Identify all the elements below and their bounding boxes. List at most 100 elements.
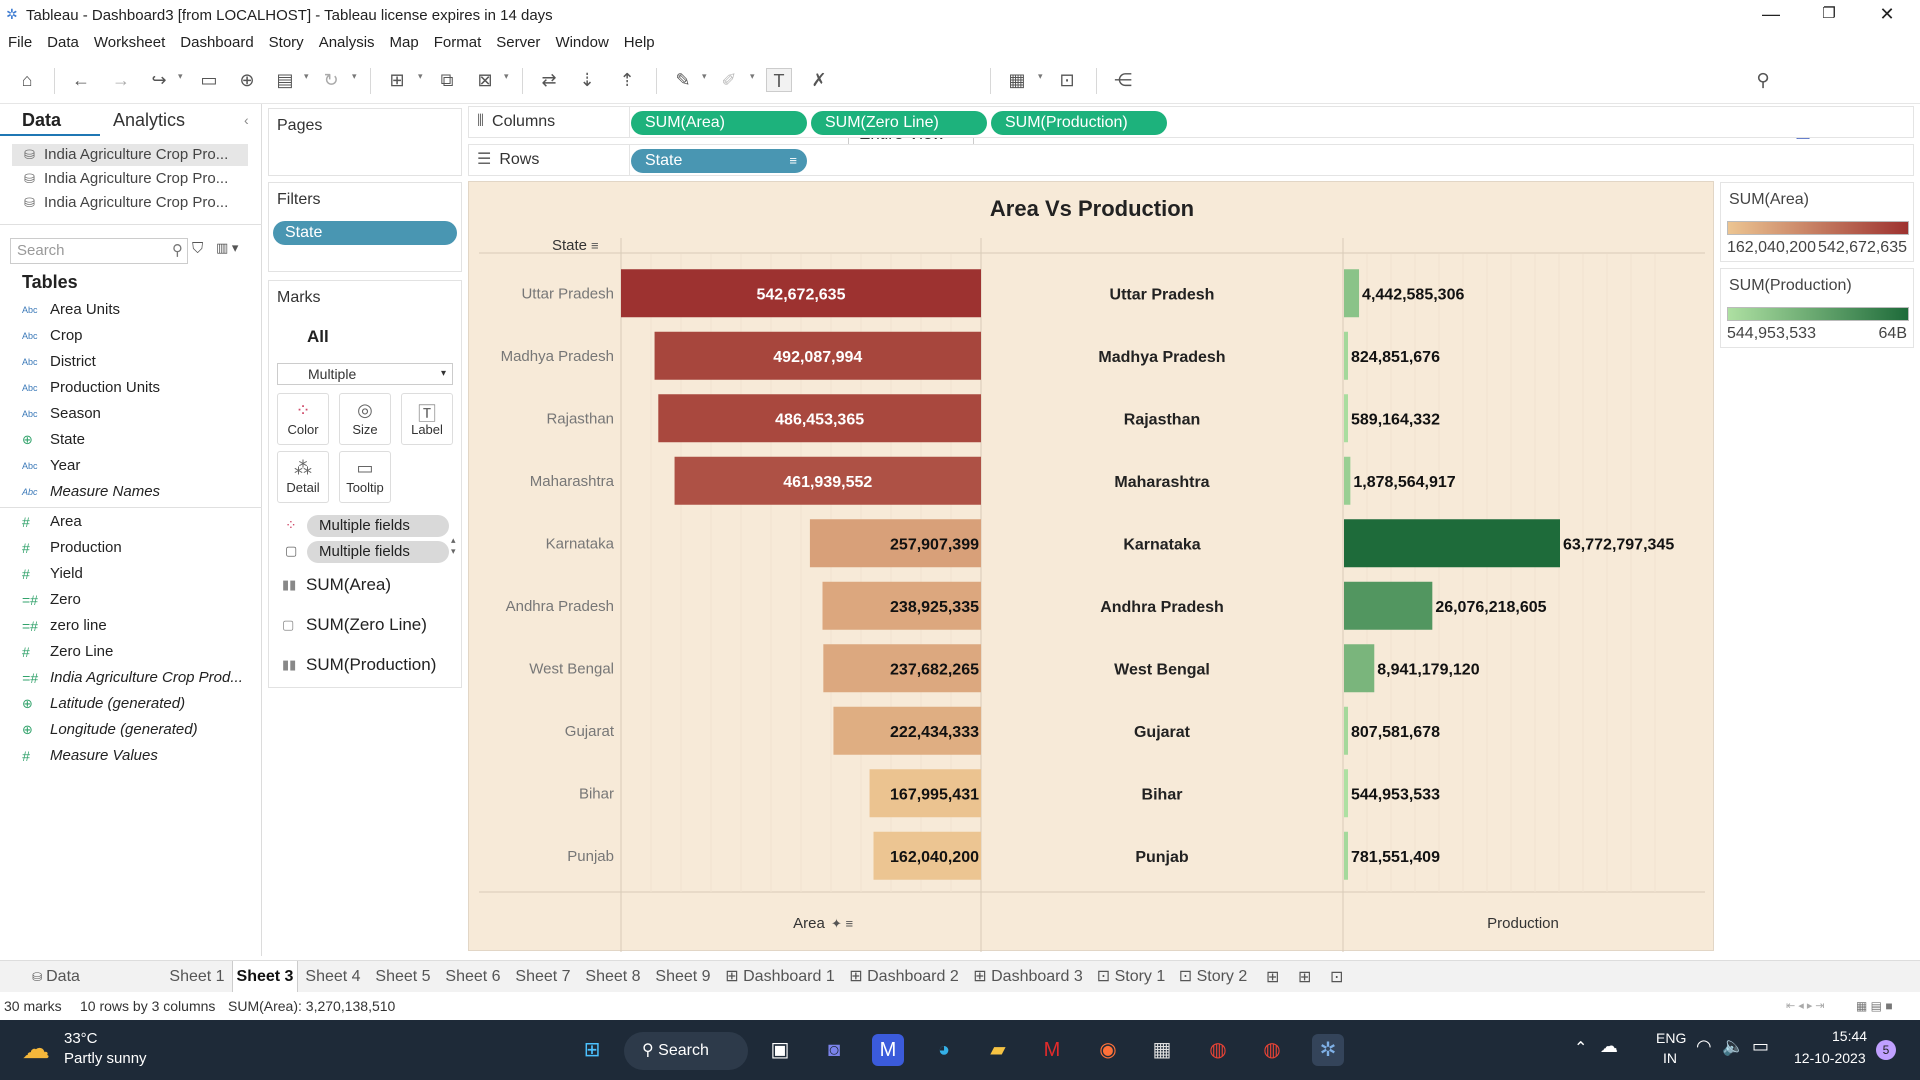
multiple-fields-pill[interactable]: Multiple fields — [307, 515, 449, 537]
region-label[interactable]: IN — [1648, 1050, 1692, 1066]
menu-server[interactable]: Server — [496, 34, 540, 51]
marks-all-tab[interactable]: All — [307, 327, 329, 347]
marks-tab-sum-area[interactable]: ▮▮ SUM(Area) — [276, 572, 391, 598]
filter-icon[interactable]: ⛉ — [192, 240, 203, 257]
chevron-down-icon[interactable]: ▾ — [304, 71, 309, 82]
mcafee-icon[interactable]: M — [1036, 1034, 1068, 1066]
data-source-tab[interactable]: ⛁Data Source — [6, 961, 106, 1017]
data-source-item[interactable]: ⛁ India Agriculture Crop Pro... — [12, 168, 248, 190]
highlight-icon[interactable]: ✎ — [670, 68, 696, 92]
edge-icon[interactable]: ◕ — [928, 1034, 960, 1066]
sheet-tab[interactable]: ⊡ Story 2 — [1172, 961, 1254, 993]
new-datasource-icon[interactable]: ⊕ — [234, 68, 260, 92]
sheet-tab[interactable]: Sheet 7 — [508, 961, 578, 993]
sheet-tab[interactable]: Sheet 6 — [438, 961, 508, 993]
sheet-tab[interactable]: Sheet 1 — [162, 961, 232, 993]
view-options-icon[interactable]: ▥ ▾ — [216, 240, 238, 256]
sheet-tab[interactable]: ⊞ Dashboard 3 — [966, 961, 1090, 993]
onedrive-icon[interactable]: ☁ — [1600, 1036, 1618, 1057]
weather-icon[interactable]: ☁ — [22, 1032, 50, 1065]
columns-pill-sum-zero-line[interactable]: SUM(Zero Line) — [811, 111, 987, 135]
home-icon[interactable]: ⌂ — [14, 68, 40, 92]
file-explorer-icon[interactable]: ▰ — [982, 1034, 1014, 1066]
chevron-down-icon[interactable]: ▾ — [750, 71, 755, 82]
size-button[interactable]: ◎ Size — [339, 393, 391, 445]
new-story-icon[interactable]: ⊡ — [1330, 967, 1343, 987]
undo-icon[interactable]: ← — [68, 68, 94, 92]
store-icon[interactable]: ▦ — [1146, 1034, 1178, 1066]
detail-button[interactable]: ⁂ Detail — [277, 451, 329, 503]
show-mark-labels-icon[interactable]: T — [766, 68, 792, 92]
new-dashboard-icon[interactable]: ⊞ — [1298, 967, 1311, 987]
sheet-tab[interactable]: Sheet 8 — [578, 961, 648, 993]
firefox-icon[interactable]: ◉ — [1092, 1034, 1124, 1066]
weather-desc[interactable]: Partly sunny — [64, 1050, 147, 1067]
menu-analysis[interactable]: Analysis — [319, 34, 375, 51]
pin-icon[interactable]: ⚲ — [1750, 68, 1776, 92]
sheet-tab[interactable]: Sheet 5 — [368, 961, 438, 993]
field-item[interactable]: # Production — [22, 536, 122, 560]
sheet-nav-icon[interactable]: ⇤ ◂ ▸ ⇥ — [1786, 992, 1825, 1020]
chevron-down-icon[interactable]: ▾ — [702, 71, 707, 82]
sheet-view-icon[interactable]: ▦ ▤ ■ — [1856, 992, 1893, 1020]
collapse-icon[interactable]: ‹ — [244, 112, 249, 128]
chevron-down-icon[interactable]: ▾ — [1038, 71, 1043, 82]
columns-shelf[interactable]: ⦀ Columns SUM(Area) SUM(Zero Line) SUM(Pr… — [468, 106, 1914, 138]
chevron-down-icon[interactable]: ▾ — [504, 71, 509, 82]
columns-pill-sum-area[interactable]: SUM(Area) — [631, 111, 807, 135]
field-item[interactable]: =# zero line — [22, 614, 107, 638]
sheet-tab[interactable]: Sheet 3 — [232, 961, 298, 993]
scroll-arrows-icon[interactable]: ▴ ▾ — [451, 535, 456, 557]
field-item[interactable]: ⊕ Longitude (generated) — [22, 718, 198, 742]
chevron-down-icon[interactable]: ▾ — [178, 71, 183, 82]
field-item[interactable]: ⊕ Latitude (generated) — [22, 692, 185, 716]
field-item[interactable]: Abc Crop — [22, 324, 83, 348]
teams-icon[interactable]: ◙ — [818, 1034, 850, 1066]
start-icon[interactable]: ⊞ — [576, 1034, 608, 1066]
replay-icon[interactable]: ↪ — [146, 68, 172, 92]
chrome-icon[interactable]: ◍ — [1202, 1034, 1234, 1066]
sheet-tab[interactable]: ⊞ Dashboard 2 — [842, 961, 966, 993]
rows-pill-state[interactable]: State ≡ — [631, 149, 807, 173]
menu-file[interactable]: File — [8, 34, 32, 51]
field-item[interactable]: # Zero Line — [22, 640, 113, 664]
chevron-down-icon[interactable]: ▾ — [352, 71, 357, 82]
field-item[interactable]: # Measure Values — [22, 744, 158, 768]
wifi-icon[interactable]: ◠ — [1696, 1036, 1712, 1057]
sort-ascending-icon[interactable]: ⇣ — [574, 68, 600, 92]
field-item[interactable]: Abc District — [22, 350, 96, 374]
chevron-up-icon[interactable]: ⌃ — [1574, 1038, 1587, 1058]
refresh-icon[interactable]: ↻ — [318, 68, 344, 92]
data-source-item[interactable]: ⛁ India Agriculture Crop Pro... — [12, 192, 248, 214]
show-cards-icon[interactable]: ▦ — [1004, 68, 1030, 92]
field-item[interactable]: Abc Measure Names — [22, 480, 160, 504]
restore-button[interactable]: ❐ — [1800, 0, 1858, 30]
marks-tab-sum-zero-line[interactable]: ▢ SUM(Zero Line) — [276, 612, 427, 638]
clear-sheet-icon[interactable]: ⊠ — [472, 68, 498, 92]
menu-data[interactable]: Data — [47, 34, 79, 51]
sheet-tab[interactable]: ⊞ Dashboard 1 — [718, 961, 842, 993]
redo-icon[interactable]: → — [108, 68, 134, 92]
pause-updates-icon[interactable]: ▤ — [272, 68, 298, 92]
sheet-tab[interactable]: ⊡ Story 1 — [1090, 961, 1172, 993]
new-worksheet-icon[interactable]: ⊞ — [384, 68, 410, 92]
chrome-icon[interactable]: ◍ — [1256, 1034, 1288, 1066]
notification-badge[interactable]: 5 — [1876, 1040, 1896, 1060]
menu-help[interactable]: Help — [624, 34, 655, 51]
rows-shelf[interactable]: ☰ Rows State ≡ — [468, 144, 1914, 176]
field-item[interactable]: Abc Area Units — [22, 298, 120, 322]
field-item[interactable]: =# India Agriculture Crop Prod... — [22, 666, 243, 690]
group-members-icon[interactable]: ✐ — [716, 68, 742, 92]
battery-icon[interactable]: ▭ — [1752, 1036, 1769, 1057]
presentation-mode-icon[interactable]: ⊡ — [1054, 68, 1080, 92]
taskbar-search[interactable]: ⚲ Search — [624, 1032, 748, 1070]
task-view-icon[interactable]: ▣ — [764, 1034, 796, 1066]
clock-date[interactable]: 12-10-2023 — [1794, 1050, 1866, 1066]
sort-descending-icon[interactable]: ⇡ — [614, 68, 640, 92]
tab-data[interactable]: Data — [22, 110, 61, 131]
field-item[interactable]: Abc Production Units — [22, 376, 160, 400]
tableau-taskbar-icon[interactable]: ✲ — [1312, 1034, 1344, 1066]
field-item[interactable]: Abc Year — [22, 454, 80, 478]
weather-temp[interactable]: 33°C — [64, 1030, 98, 1047]
sheet-tab[interactable]: Sheet 9 — [648, 961, 718, 993]
